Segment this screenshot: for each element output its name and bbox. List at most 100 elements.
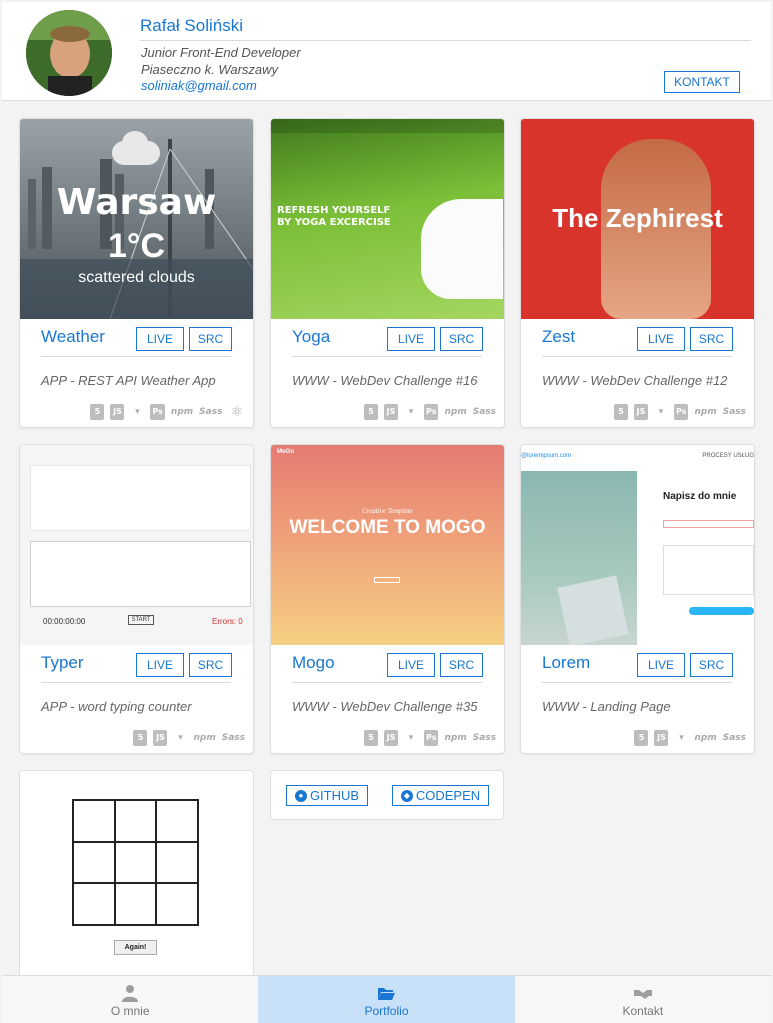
- html5-icon: 5: [364, 404, 378, 420]
- project-description: APP - word typing counter: [41, 699, 192, 714]
- src-button[interactable]: SRC: [690, 653, 733, 677]
- project-thumbnail-typer[interactable]: 00:00:00:00 START Errors: 0: [20, 445, 253, 645]
- divider: [41, 682, 231, 683]
- project-card-zest: The Zephirest Zest LIVE SRC WWW - WebDev…: [520, 118, 755, 428]
- live-button[interactable]: LIVE: [136, 327, 184, 351]
- links-card: ● GITHUB ◆ CODEPEN: [270, 770, 504, 820]
- live-button[interactable]: LIVE: [387, 327, 435, 351]
- npm-icon: npm: [193, 733, 216, 743]
- nav-item-kontakt[interactable]: Kontakt: [515, 976, 771, 1023]
- divider: [542, 356, 732, 357]
- src-button[interactable]: SRC: [690, 327, 733, 351]
- npm-icon: npm: [444, 733, 467, 743]
- tictactoe-board: [72, 799, 199, 926]
- codepen-button[interactable]: ◆ CODEPEN: [392, 785, 489, 806]
- board-cell[interactable]: [156, 883, 198, 925]
- react-icon: ⚛: [230, 404, 243, 420]
- tech-icons: 5 JS ▾ npm Sass: [634, 729, 746, 747]
- mogo-logo: MoGo: [277, 449, 294, 455]
- js-icon: JS: [153, 730, 168, 746]
- weather-description: scattered clouds: [78, 269, 195, 286]
- html5-icon: 5: [133, 730, 148, 746]
- kontakt-button[interactable]: KONTAKT: [664, 71, 740, 93]
- github-icon: ●: [294, 789, 307, 802]
- sass-icon: Sass: [199, 407, 223, 417]
- html5-icon: 5: [634, 730, 649, 746]
- divider: [542, 682, 732, 683]
- project-thumbnail-mogo[interactable]: MoGo Creative Template WELCOME TO MOGO: [271, 445, 504, 645]
- gulp-icon: ▾: [178, 733, 183, 743]
- project-card-weather: Warsaw 1°C scattered clouds Weather LIVE…: [19, 118, 254, 428]
- board-cell[interactable]: [114, 800, 157, 842]
- user-icon: [122, 985, 139, 1002]
- ps-icon: Ps: [424, 730, 439, 746]
- lorem-photo: [521, 471, 637, 645]
- yoga-headline: REFRESH YOURSELF BY YOGA EXCERCISE: [277, 205, 391, 228]
- project-title: Typer: [41, 653, 84, 672]
- board-cell[interactable]: [73, 883, 115, 925]
- divider: [140, 40, 751, 41]
- learn-more-button: [374, 577, 400, 583]
- lorem-input: [663, 520, 754, 528]
- live-button[interactable]: LIVE: [637, 653, 685, 677]
- codepen-icon: ◆: [400, 789, 413, 802]
- board-cell[interactable]: [114, 841, 157, 884]
- project-card-yoga: REFRESH YOURSELF BY YOGA EXCERCISE Yoga …: [270, 118, 505, 428]
- src-button[interactable]: SRC: [189, 327, 232, 351]
- divider: [292, 682, 482, 683]
- project-thumbnail-lorem[interactable]: @loremipsum.com PROCESY USŁUG Napisz do …: [521, 445, 754, 645]
- src-button[interactable]: SRC: [440, 653, 483, 677]
- cloud-icon: [112, 131, 160, 165]
- nav-item-o-mnie[interactable]: O mnie: [2, 976, 258, 1023]
- typer-start-button: START: [128, 615, 154, 625]
- board-cell[interactable]: [73, 841, 115, 884]
- folder-open-icon: [378, 988, 396, 1000]
- project-thumbnail-zest[interactable]: The Zephirest: [521, 119, 754, 319]
- board-cell[interactable]: [73, 800, 115, 842]
- typer-errors: Errors: 0: [212, 617, 243, 626]
- npm-icon: npm: [694, 733, 717, 743]
- profile-location: Piaseczno k. Warszawy: [141, 62, 279, 77]
- board-cell[interactable]: [156, 841, 198, 884]
- tech-icons: 5 JS ▾ Ps npm Sass: [364, 729, 496, 747]
- sass-icon: Sass: [722, 733, 746, 743]
- divider: [41, 356, 231, 357]
- project-title: Weather: [41, 327, 105, 346]
- src-button[interactable]: SRC: [189, 653, 232, 677]
- profile-job: Junior Front-End Developer: [141, 45, 301, 60]
- board-cell[interactable]: [156, 800, 198, 842]
- profile-name: Rafał Soliński: [140, 16, 243, 35]
- profile-header: Rafał Soliński Junior Front-End Develope…: [2, 2, 771, 101]
- lorem-nav: PROCESY USŁUG: [702, 453, 754, 459]
- project-description: WWW - WebDev Challenge #35: [292, 699, 478, 714]
- project-thumbnail-weather[interactable]: Warsaw 1°C scattered clouds: [20, 119, 253, 319]
- board-cell[interactable]: [114, 883, 157, 925]
- gulp-icon: ▾: [679, 733, 684, 743]
- sass-icon: Sass: [472, 733, 496, 743]
- src-button[interactable]: SRC: [440, 327, 483, 351]
- live-button[interactable]: LIVE: [136, 653, 184, 677]
- ps-icon: Ps: [150, 404, 165, 420]
- bottom-navigation: O mnie Portfolio Kontakt: [2, 975, 771, 1023]
- gulp-icon: ▾: [408, 733, 414, 743]
- nav-item-portfolio[interactable]: Portfolio: [258, 976, 515, 1023]
- live-button[interactable]: LIVE: [387, 653, 435, 677]
- weather-city: Warsaw: [56, 182, 217, 223]
- typing-textarea: [30, 541, 251, 607]
- project-title: Yoga: [292, 327, 331, 346]
- sass-icon: Sass: [221, 733, 245, 743]
- project-thumbnail-yoga[interactable]: REFRESH YOURSELF BY YOGA EXCERCISE: [271, 119, 504, 319]
- mogo-headline: WELCOME TO MOGO: [289, 517, 486, 538]
- lorem-send-button: [689, 607, 754, 615]
- ps-icon: Ps: [424, 404, 439, 420]
- github-button[interactable]: ● GITHUB: [286, 785, 368, 806]
- nav-label: Portfolio: [364, 1004, 409, 1018]
- html5-icon: 5: [90, 404, 105, 420]
- profile-email-link[interactable]: soliniak@gmail.com: [141, 78, 257, 93]
- live-button[interactable]: LIVE: [637, 327, 685, 351]
- tech-icons: 5 JS ▾ Ps npm Sass: [614, 403, 746, 421]
- github-label: GITHUB: [309, 788, 360, 803]
- tech-icons: 5 JS ▾ npm Sass: [133, 729, 245, 747]
- again-button[interactable]: Again!: [114, 940, 157, 955]
- project-card-mogo: MoGo Creative Template WELCOME TO MOGO M…: [270, 444, 505, 754]
